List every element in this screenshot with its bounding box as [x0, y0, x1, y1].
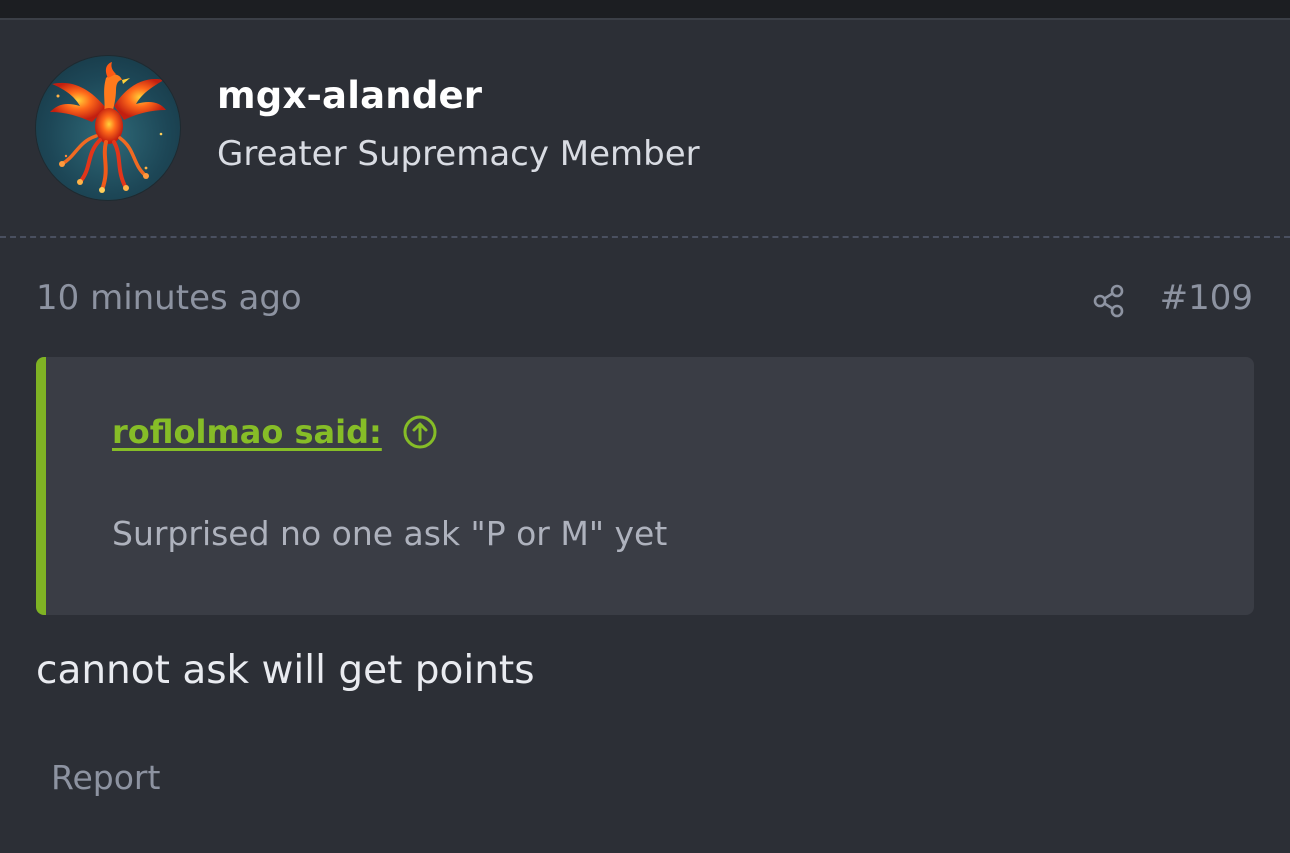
post-number-link[interactable]: #109 [1160, 278, 1253, 318]
quote-block: roflolmao said: Surprised no one ask "P … [36, 357, 1254, 615]
quote-text: Surprised no one ask "P or M" yet [112, 514, 668, 553]
top-bar [0, 0, 1290, 20]
arrow-up-circle-icon[interactable] [402, 414, 438, 450]
phoenix-avatar-icon [50, 62, 166, 193]
report-link[interactable]: Report [51, 758, 160, 797]
quote-author-link[interactable]: roflolmao said: [112, 413, 382, 451]
quote-header: roflolmao said: [112, 413, 438, 451]
post-timestamp[interactable]: 10 minutes ago [36, 278, 302, 318]
user-title: Greater Supremacy Member [217, 134, 700, 174]
post-message: cannot ask will get points [36, 648, 535, 693]
share-icon[interactable] [1090, 282, 1128, 320]
user-avatar[interactable] [36, 56, 180, 200]
username[interactable]: mgx-alander [217, 74, 482, 117]
post-user-header: mgx-alander Greater Supremacy Member [0, 20, 1290, 236]
section-divider [0, 236, 1290, 238]
